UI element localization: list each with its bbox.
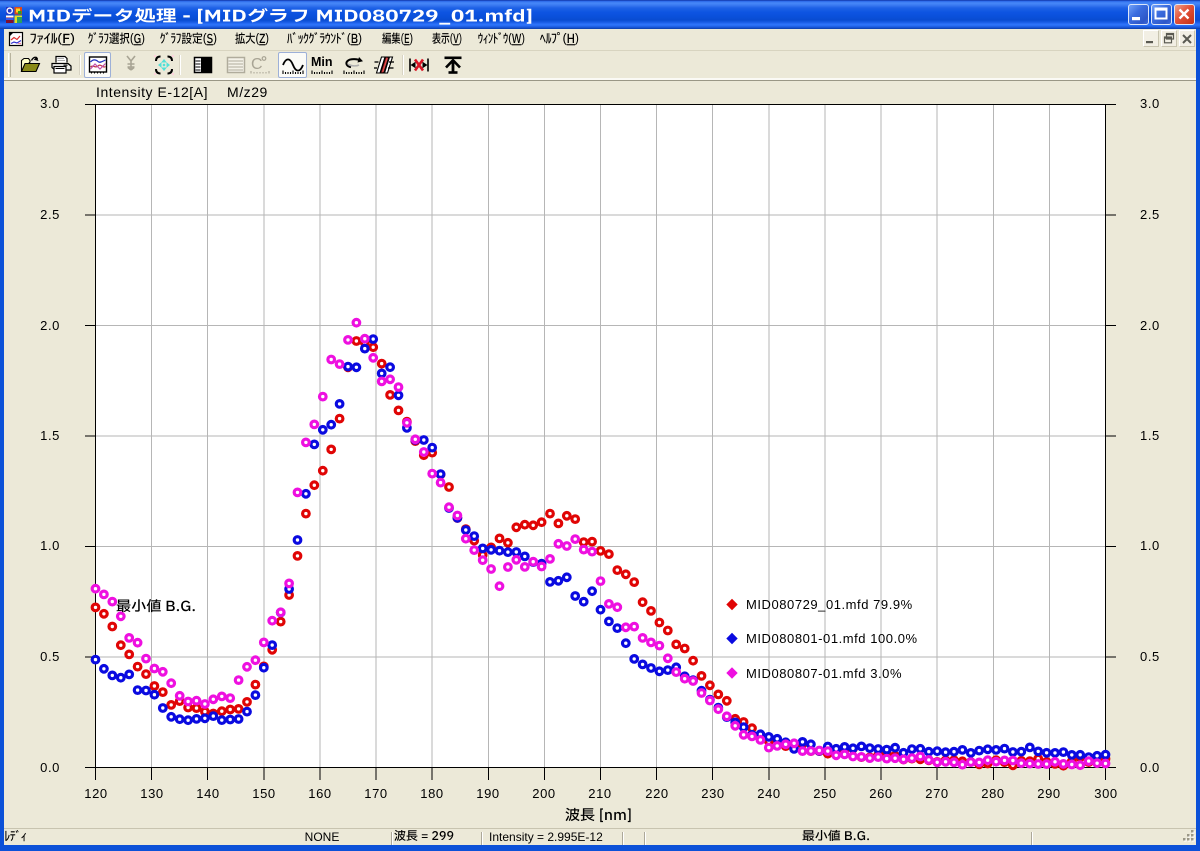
svg-text:Min: Min xyxy=(311,55,333,69)
svg-text:C: C xyxy=(251,56,263,73)
